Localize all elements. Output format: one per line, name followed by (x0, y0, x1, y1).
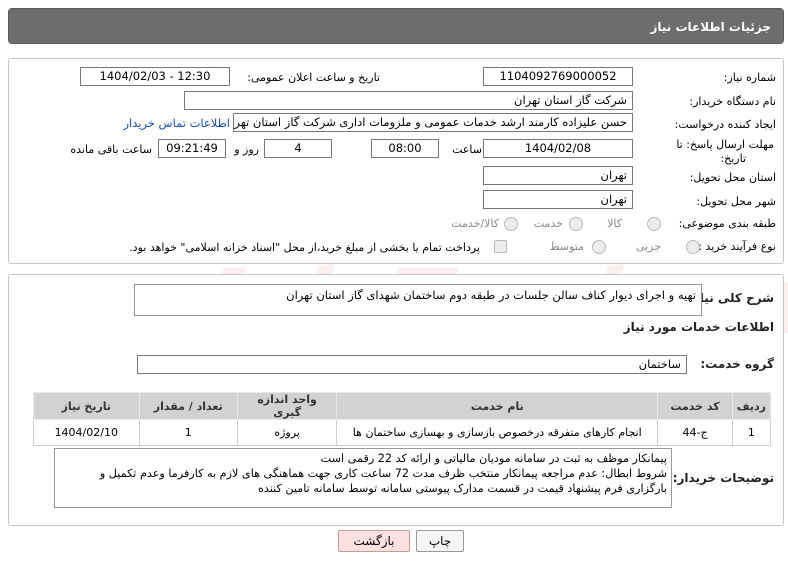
summary-field: تهیه و اجرای دیوار کناف سالن جلسات در طب… (134, 284, 702, 316)
col-service-code: کد خدمت (657, 392, 733, 420)
notes-line: شروط ابطال: عدم مراجعه پیمانکار منتخب ظر… (99, 467, 667, 480)
city-field: تهران (483, 190, 633, 209)
deadline-label: مهلت ارسال پاسخ: تا (676, 138, 774, 151)
page-title: جزئیات اطلاعات نیاز (650, 20, 771, 34)
services-table: ردیف کد خدمت نام خدمت واحد اندازه گیری ت… (33, 392, 772, 446)
category-goods-radio[interactable] (647, 217, 661, 231)
col-unit: واحد اندازه گیری (236, 392, 338, 420)
buyer-name-field: شرکت گاز استان تهران (184, 91, 633, 110)
category-goods-service-radio[interactable] (504, 217, 518, 231)
announce-date-field: 1404/02/03 - 12:30 (80, 67, 230, 86)
col-need-date: تاریخ نیاز (33, 392, 140, 420)
buyer-notes-field: پیمانکار موظف به ثبت در سامانه مودیان ما… (54, 448, 672, 508)
cell-need-date: 1404/02/10 (33, 419, 140, 446)
table-row: 1 ج-44 انجام کارهای متفرقه درخصوص بازساز… (33, 419, 772, 446)
announce-date-label: تاریخ و ساعت اعلان عمومی: (247, 71, 380, 84)
need-info-panel (8, 58, 784, 264)
deadline-date-label: تاریخ: (720, 152, 746, 165)
process-minor-radio[interactable] (686, 240, 700, 254)
services-title: اطلاعات خدمات مورد نیاز (623, 320, 774, 334)
print-button[interactable]: چاپ (416, 530, 464, 552)
province-field: تهران (483, 166, 633, 185)
col-quantity: تعداد / مقدار (138, 392, 238, 420)
creator-field: حسن علیزاده کارمند ارشد خدمات عمومی و مل… (233, 113, 633, 132)
buyer-notes-label: توضیحات خریدار: (672, 471, 774, 485)
service-group-field: ساختمان (137, 355, 687, 374)
need-number-field: 1104092769000052 (483, 67, 633, 86)
buyer-contact-link[interactable]: اطلاعات تماس خریدار (123, 116, 230, 130)
back-button[interactable]: بازگشت (338, 530, 410, 552)
cell-quantity: 1 (138, 419, 238, 446)
deadline-date-field: 1404/02/08 (483, 139, 633, 158)
col-service-name: نام خدمت (336, 392, 659, 420)
deadline-time-label: ساعت (452, 143, 482, 156)
category-goods-service-label: کالا/خدمت (451, 217, 499, 230)
service-group-label: گروه خدمت: (700, 357, 774, 371)
cell-unit: پروژه (236, 419, 338, 446)
category-goods-label: کالا (607, 217, 622, 230)
category-service-radio[interactable] (569, 217, 583, 231)
deadline-time-field: 08:00 (371, 139, 439, 158)
days-remaining-field: 4 (264, 139, 332, 158)
cell-row: 1 (731, 419, 772, 446)
notes-line: پیمانکار موظف به ثبت در سامانه مودیان ما… (320, 452, 667, 465)
province-label: استان محل تحویل: (689, 171, 776, 184)
time-remaining-label: ساعت باقی مانده (70, 143, 152, 156)
process-medium-radio[interactable] (592, 240, 606, 254)
services-table-header: ردیف کد خدمت نام خدمت واحد اندازه گیری ت… (33, 392, 772, 420)
col-row: ردیف (731, 392, 772, 420)
treasury-payment-text: پرداخت تمام یا بخشی از مبلغ خرید،از محل … (129, 241, 480, 254)
notes-line: بارگزاری فرم پیشنهاد قیمت در قسمت مدارک … (258, 482, 667, 495)
creator-label: ایجاد کننده درخواست: (674, 118, 776, 131)
page-header: جزئیات اطلاعات نیاز (8, 8, 784, 44)
category-label: طبقه بندی موضوعی: (678, 217, 776, 230)
days-label: روز و (234, 143, 259, 156)
summary-text: تهیه و اجرای دیوار کناف سالن جلسات در طب… (286, 288, 696, 302)
cell-service-name: انجام کارهای متفرقه درخصوص بازسازی و بهس… (336, 419, 659, 446)
city-label: شهر محل تحویل: (696, 195, 776, 208)
buyer-name-label: نام دستگاه خریدار: (689, 95, 776, 108)
category-service-label: خدمت (533, 217, 563, 230)
treasury-payment-checkbox[interactable] (494, 240, 507, 253)
time-remaining-field: 09:21:49 (158, 139, 226, 158)
process-type-label: نوع فرآیند خرید : (698, 240, 776, 253)
need-number-label: شماره نیاز: (723, 71, 776, 84)
cell-service-code: ج-44 (657, 419, 733, 446)
process-minor-label: جزیی (635, 240, 661, 253)
process-medium-label: متوسط (549, 240, 584, 253)
